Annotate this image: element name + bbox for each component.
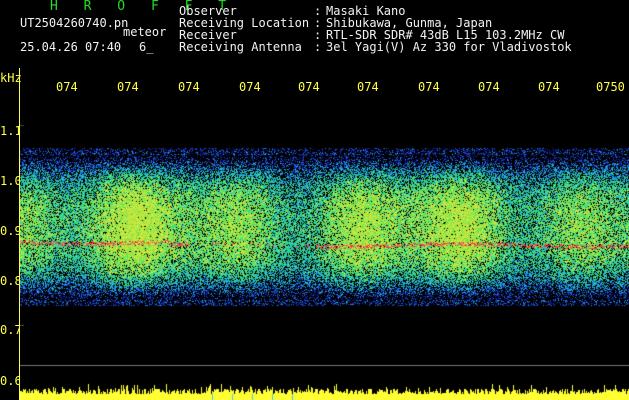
x-tick-label: 074 <box>239 80 261 94</box>
x-tick-label: 074 <box>478 80 500 94</box>
info-value-antenna: 3el Yagi(V) Az 330 for Vladivostok <box>326 40 572 54</box>
info-label-antenna: Receiving Antenna <box>179 40 302 54</box>
info-colon: : <box>314 40 322 54</box>
x-tick-label: 074 <box>418 80 440 94</box>
left-axis-line <box>19 68 20 400</box>
x-tick-label: 074 <box>56 80 78 94</box>
header-count: 6_ <box>139 40 154 54</box>
x-tick-label: 074 <box>538 80 560 94</box>
header-kind: meteor <box>123 25 167 39</box>
header-filename: UT2504260740.pn <box>20 16 129 30</box>
x-tick-label: 074 <box>298 80 320 94</box>
header-date: 25.04.26 07:40 <box>20 40 122 54</box>
x-tick-label: 074 <box>178 80 200 94</box>
spectrogram-canvas <box>20 100 629 400</box>
x-tick-label: 074 <box>357 80 379 94</box>
x-tick-label: 0750 <box>596 80 625 94</box>
x-tick-label: 074 <box>117 80 139 94</box>
